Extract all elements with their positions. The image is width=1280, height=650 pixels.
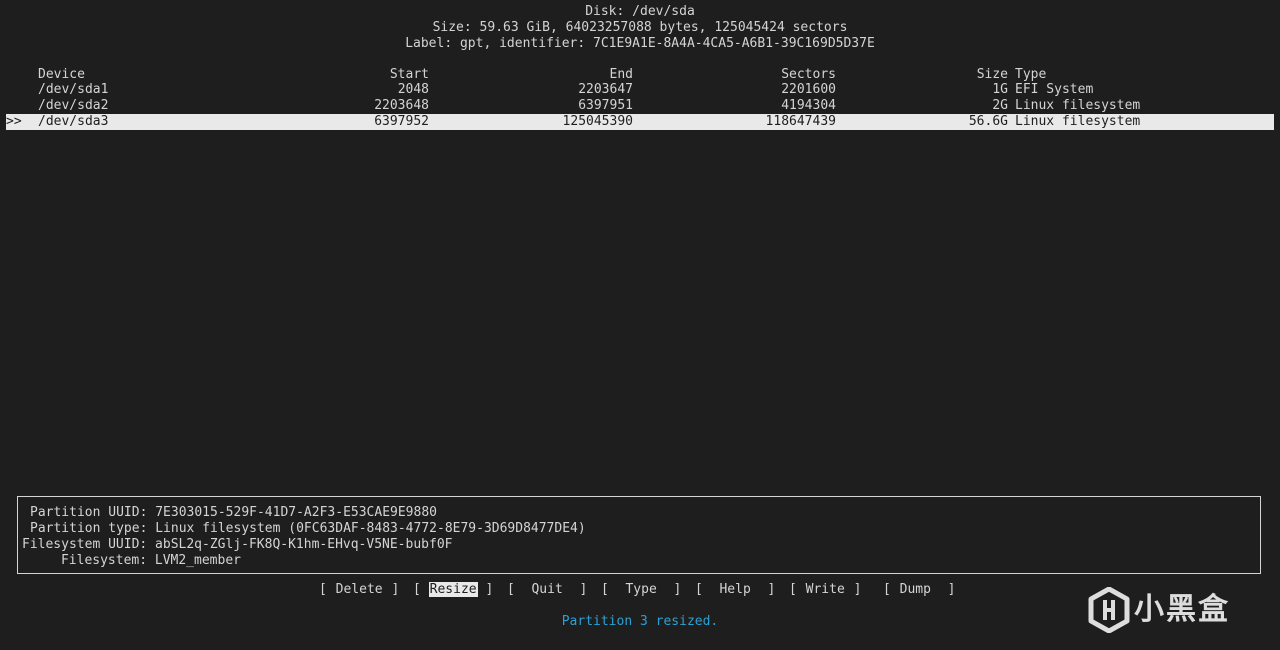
row-size: 1G: [992, 82, 1008, 97]
watermark: 小黑盒: [1088, 585, 1258, 635]
filesystem-uuid: Filesystem UUID: abSL2q-ZGlj-FK8Q-K1hm-E…: [22, 537, 453, 552]
partition-row-sda3-selected[interactable]: >> /dev/sda3 6397952 125045390 118647439…: [6, 114, 1274, 130]
delete-button[interactable]: [ Delete ]: [319, 582, 399, 600]
row-sectors: 118647439: [765, 114, 836, 129]
quit-label: Quit: [531, 582, 563, 597]
resize-label: Resize: [428, 582, 478, 597]
partition-type: Partition type: Linux filesystem (0FC63D…: [30, 521, 586, 536]
header-end: End: [609, 67, 633, 82]
header-start: Start: [389, 67, 429, 82]
partition-info-box: Partition UUID: 7E303015-529F-41D7-A2F3-…: [17, 496, 1261, 574]
row-type: Linux filesystem: [1015, 114, 1141, 129]
row-device: /dev/sda1: [38, 82, 109, 97]
partition-uuid: Partition UUID: 7E303015-529F-41D7-A2F3-…: [30, 505, 437, 520]
header-device: Device: [38, 67, 85, 82]
row-start: 6397952: [374, 114, 429, 129]
dump-label: Dump: [899, 582, 931, 597]
filesystem: Filesystem: LVM2_member: [14, 553, 241, 568]
row-end: 2203647: [578, 82, 633, 97]
table-header: Device Start End Sectors Size Type: [6, 67, 1274, 83]
watermark-text: 小黑盒: [1134, 592, 1230, 627]
header-sectors: Sectors: [781, 67, 836, 82]
row-type: EFI System: [1015, 82, 1094, 97]
row-type: Linux filesystem: [1015, 98, 1141, 113]
help-label: Help: [719, 582, 751, 597]
row-start: 2203648: [374, 98, 429, 113]
disk-title: Disk: /dev/sda: [585, 4, 695, 19]
quit-button[interactable]: [ Quit ]: [507, 582, 587, 600]
row-start: 2048: [397, 82, 429, 97]
write-button[interactable]: [ Write ]: [789, 582, 861, 600]
dump-button[interactable]: [ Dump ]: [883, 582, 955, 600]
write-label: Write: [805, 582, 845, 597]
row-sectors: 4194304: [781, 98, 836, 113]
selection-marker: >>: [6, 114, 22, 129]
partition-row-sda2[interactable]: /dev/sda2 2203648 6397951 4194304 2G Lin…: [6, 98, 1274, 114]
delete-label: Delete: [335, 582, 383, 597]
row-end: 6397951: [578, 98, 633, 113]
row-end: 125045390: [562, 114, 633, 129]
resize-button[interactable]: [ Resize ]: [413, 582, 493, 600]
row-size: 56.6G: [968, 114, 1008, 129]
disk-size: Size: 59.63 GiB, 64023257088 bytes, 1250…: [432, 20, 848, 35]
help-button[interactable]: [ Help ]: [695, 582, 775, 600]
header-type: Type: [1015, 67, 1047, 82]
type-button[interactable]: [ Type ]: [601, 582, 681, 600]
row-device: /dev/sda3: [38, 114, 109, 129]
heybox-logo-icon: [1088, 587, 1130, 633]
partition-row-sda1[interactable]: /dev/sda1 2048 2203647 2201600 1G EFI Sy…: [6, 82, 1274, 98]
row-device: /dev/sda2: [38, 98, 109, 113]
header-size: Size: [976, 67, 1008, 82]
disk-label: Label: gpt, identifier: 7C1E9A1E-8A4A-4C…: [405, 36, 875, 51]
type-label: Type: [625, 582, 657, 597]
row-size: 2G: [992, 98, 1008, 113]
row-sectors: 2201600: [781, 82, 836, 97]
